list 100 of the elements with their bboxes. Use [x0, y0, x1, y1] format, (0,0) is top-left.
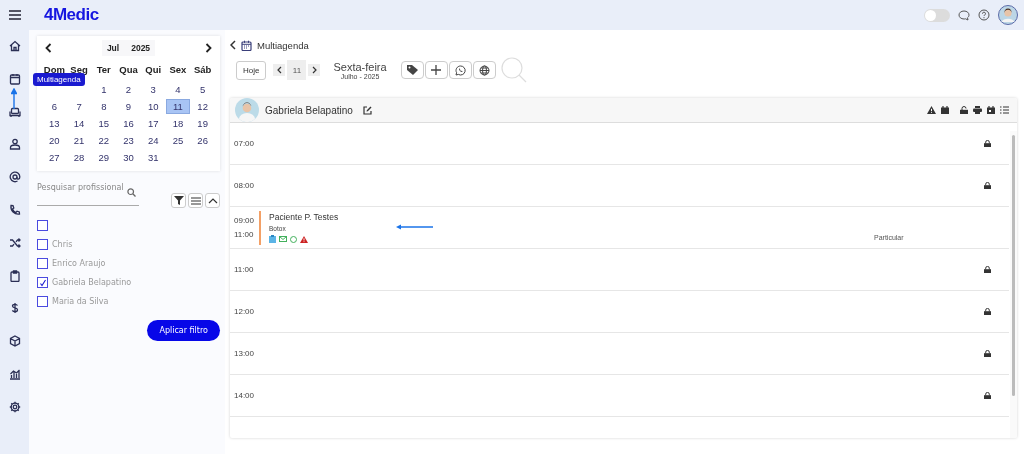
clipboard-icon[interactable]: [269, 235, 277, 243]
calendar-icon[interactable]: [941, 106, 949, 114]
person-icon[interactable]: [8, 138, 21, 151]
calendar-icon: [241, 39, 252, 51]
calendar-icon[interactable]: [8, 72, 21, 85]
whatsapp-button[interactable]: [448, 61, 472, 79]
weekday-heading: Sexta-feira: [333, 60, 387, 73]
calendar-day[interactable]: 20: [42, 133, 67, 148]
lock-icon[interactable]: [984, 350, 991, 357]
filter-button[interactable]: [171, 193, 186, 208]
calendar-day[interactable]: 1: [91, 82, 117, 97]
print-icon[interactable]: [973, 106, 982, 114]
list-icon[interactable]: [1000, 106, 1009, 114]
calendar-day[interactable]: 28: [66, 150, 92, 165]
mail-icon[interactable]: [279, 236, 288, 242]
calendar-day[interactable]: 2: [116, 82, 141, 97]
calendar-day[interactable]: 21: [66, 133, 92, 148]
add-button[interactable]: [424, 61, 448, 79]
calendar-day[interactable]: 14: [66, 116, 92, 131]
checkbox[interactable]: [37, 277, 48, 288]
back-icon[interactable]: [230, 40, 236, 50]
calendar-day[interactable]: 27: [42, 150, 67, 165]
clipboard-icon[interactable]: [8, 269, 21, 282]
tag-button[interactable]: [400, 61, 424, 79]
chat-icon[interactable]: [958, 9, 970, 21]
calendar-day[interactable]: 29: [91, 150, 117, 165]
help-icon[interactable]: [978, 9, 990, 21]
calendar-day[interactable]: 11: [165, 99, 191, 114]
professional-name: Gabriela Belapatino: [265, 104, 353, 116]
calendar-icon[interactable]: [987, 106, 995, 114]
home-icon[interactable]: [8, 40, 21, 52]
globe-button[interactable]: [472, 61, 496, 79]
settings-icon[interactable]: [8, 400, 21, 413]
previous-month-button[interactable]: [45, 43, 52, 53]
calendar-day[interactable]: 4: [165, 82, 191, 97]
warning-icon[interactable]: [300, 235, 309, 243]
calendar-day[interactable]: 12: [190, 99, 215, 114]
collapse-button[interactable]: [205, 193, 220, 208]
calendar-day[interactable]: 16: [116, 116, 141, 131]
calendar-day[interactable]: 26: [190, 133, 215, 148]
filter-icon: [173, 196, 184, 205]
cube-icon[interactable]: [8, 335, 21, 348]
checkbox[interactable]: [37, 296, 48, 307]
calendar-day[interactable]: 17: [140, 116, 166, 131]
chart-icon[interactable]: [8, 367, 21, 380]
calendar-day[interactable]: 19: [190, 116, 215, 131]
phone-icon[interactable]: [8, 204, 21, 216]
professional-name: Gabriela Belapatino: [52, 278, 132, 287]
lock-icon[interactable]: [984, 392, 991, 399]
calendar-day[interactable]: 3: [140, 82, 166, 97]
scrollbar[interactable]: [1010, 131, 1017, 438]
calendar-day[interactable]: 22: [91, 133, 117, 148]
edit-icon[interactable]: [362, 105, 372, 115]
calendar-day[interactable]: 30: [116, 150, 141, 165]
next-day-button[interactable]: [308, 64, 321, 76]
toggle-switch[interactable]: [924, 8, 950, 22]
lock-icon[interactable]: [984, 140, 991, 147]
patient-name: Paciente P. Testes: [269, 212, 339, 222]
calendar-day[interactable]: 10: [140, 99, 166, 114]
calendar-day[interactable]: 15: [91, 116, 117, 131]
logo: 4Medic: [44, 5, 99, 25]
time-label: 14:00: [234, 391, 255, 400]
checkbox[interactable]: [37, 220, 48, 231]
previous-day-button[interactable]: [273, 64, 286, 76]
calendar-day[interactable]: 23: [116, 133, 141, 148]
tag-icon: [406, 65, 418, 75]
avatar[interactable]: [998, 5, 1018, 25]
next-month-button[interactable]: [205, 43, 212, 53]
apply-filter-button[interactable]: Aplicar filtro: [147, 320, 220, 341]
calendar-day[interactable]: 9: [116, 99, 141, 114]
checkbox[interactable]: [37, 258, 48, 269]
calendar-day[interactable]: 5: [190, 82, 215, 97]
chevron-right-icon: [311, 66, 317, 74]
calendar-day[interactable]: 6: [42, 99, 67, 114]
lock-icon[interactable]: [984, 182, 991, 189]
search-field[interactable]: Pesquisar profissional: [37, 182, 139, 206]
calendar-day[interactable]: 13: [42, 116, 67, 131]
calendar-day[interactable]: 31: [140, 150, 166, 165]
day-field[interactable]: 11: [287, 60, 307, 80]
calendar-day[interactable]: 8: [91, 99, 117, 114]
year-selector[interactable]: 2025: [131, 43, 151, 53]
shuffle-icon[interactable]: [8, 236, 21, 249]
sofa-icon[interactable]: [8, 105, 21, 118]
lock-icon[interactable]: [984, 308, 991, 315]
calendar-day[interactable]: 7: [66, 99, 92, 114]
at-icon[interactable]: [8, 171, 21, 184]
today-button[interactable]: Hoje: [236, 60, 267, 80]
end-time: 11:00: [234, 230, 255, 239]
lock-icon[interactable]: [960, 106, 968, 114]
checkbox[interactable]: [37, 239, 48, 250]
month-selector[interactable]: Jul: [106, 43, 120, 53]
list-icon: [190, 196, 201, 205]
time-label: 11:00: [234, 265, 254, 274]
calendar-day[interactable]: 18: [165, 116, 191, 131]
calendar-day[interactable]: 24: [140, 133, 166, 148]
time-label: 13:00: [234, 349, 255, 358]
lock-icon[interactable]: [984, 266, 991, 273]
warning-icon[interactable]: [927, 106, 936, 114]
time-label: 12:00: [234, 307, 255, 316]
calendar-day[interactable]: 25: [165, 133, 191, 148]
